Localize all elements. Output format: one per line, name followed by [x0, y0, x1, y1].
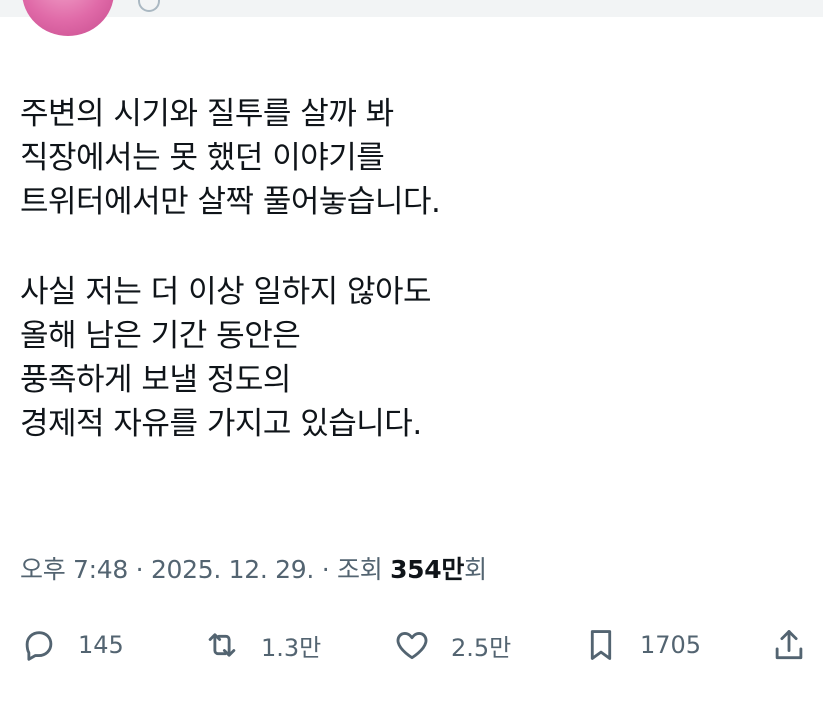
share-icon — [770, 626, 808, 664]
reply-button[interactable]: 145 — [20, 620, 124, 670]
tweet-line: 올해 남은 기간 동안은 — [20, 318, 301, 354]
share-button[interactable] — [770, 620, 808, 670]
retweet-count: 1.3만 — [261, 633, 322, 662]
views-label: 조회 — [337, 555, 391, 584]
tweet-line: 직장에서는 못 했던 이야기를 — [20, 140, 385, 176]
top-bar — [0, 0, 823, 17]
tweet-text: 주변의 시기와 질투를 살까 봐 직장에서는 못 했던 이야기를 트위터에서만 … — [20, 92, 800, 446]
views-count: 354만 — [390, 555, 465, 584]
post-time[interactable]: 오후 7:48 — [20, 555, 128, 584]
bookmark-count: 1705 — [640, 631, 702, 659]
avatar[interactable] — [22, 0, 114, 36]
tweet-line: 사실 저는 더 이상 일하지 않아도 — [20, 274, 432, 310]
post-date[interactable]: 2025. 12. 29. — [151, 555, 314, 584]
tweet-line: 주변의 시기와 질투를 살까 봐 — [20, 96, 394, 132]
bookmark-icon — [582, 626, 620, 664]
tweet-meta: 오후 7:48 · 2025. 12. 29. · 조회 354만회 — [20, 552, 487, 588]
heart-icon — [393, 626, 431, 664]
retweet-icon — [203, 626, 241, 664]
views-suffix: 회 — [464, 555, 487, 584]
reply-count: 145 — [78, 631, 124, 659]
meta-separator: · — [314, 555, 337, 584]
tweet-line: 트위터에서만 살짝 풀어놓습니다. — [20, 184, 441, 220]
action-bar: 145 1.3만 2.5만 1705 — [0, 620, 823, 670]
bookmark-button[interactable]: 1705 — [582, 620, 701, 670]
tweet-line: 풍족하게 보낼 정도의 — [20, 362, 291, 398]
like-count: 2.5만 — [451, 633, 512, 662]
retweet-button[interactable]: 1.3만 — [203, 620, 321, 670]
like-button[interactable]: 2.5만 — [393, 620, 511, 670]
meta-separator: · — [128, 555, 151, 584]
tweet-line: 경제적 자유를 가지고 있습니다. — [20, 406, 422, 442]
reply-icon — [20, 626, 58, 664]
